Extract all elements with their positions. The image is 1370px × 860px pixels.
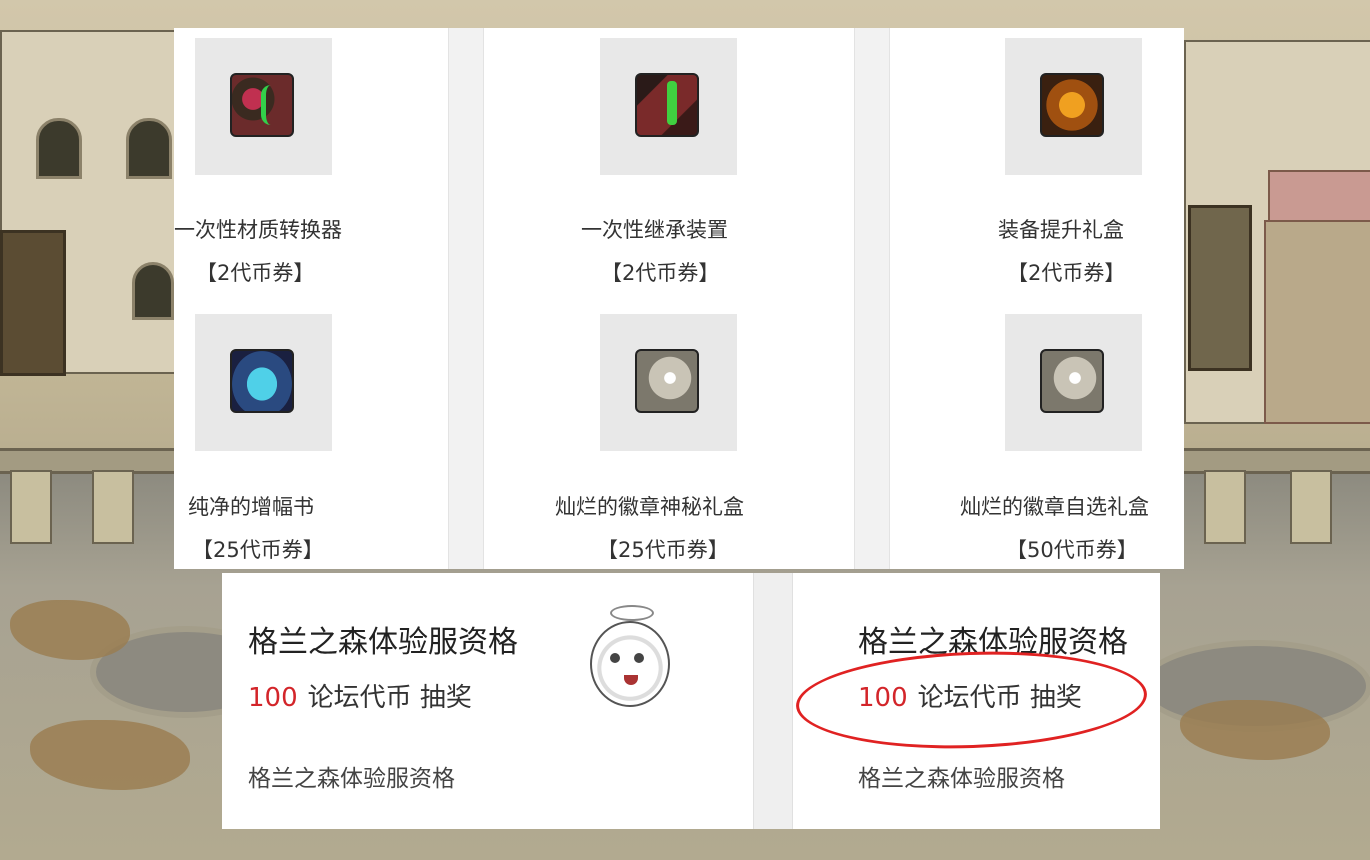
item-thumbnail[interactable] [1005,314,1142,451]
building-window [126,118,172,179]
item-name: 装备提升礼盒 [998,218,1124,242]
emblem-select-box-icon [1040,349,1104,413]
building-window [132,262,174,320]
building-door [1188,205,1252,371]
item-name: 灿烂的徽章神秘礼盒 [555,495,744,519]
building-window [36,118,82,179]
item-price: 【25代币券】 [597,538,729,562]
item-thumbnail[interactable] [600,38,737,175]
avatar-halo [610,605,654,621]
notice-board [1264,220,1370,424]
material-converter-icon [230,73,294,137]
fence-pillar [1290,470,1332,544]
inheritance-device-icon [635,73,699,137]
column-divider [854,28,890,569]
building-door [0,230,66,376]
card-footer: 格兰之森体验服资格 [858,766,1065,792]
emblem-mystery-box-icon [635,349,699,413]
item-name: 灿烂的徽章自选礼盒 [960,495,1149,519]
item-name: 一次性材质转换器 [174,218,342,242]
fence-pillar [1204,470,1246,544]
item-thumbnail[interactable] [1005,38,1142,175]
item-thumbnail[interactable] [600,314,737,451]
item-thumbnail[interactable] [195,314,332,451]
cost-text: 论坛代币 抽奖 [307,683,472,713]
column-divider [448,28,484,569]
fence-pillar [92,470,134,544]
card-divider [753,573,793,829]
item-price: 【2代币券】 [601,261,720,285]
item-price: 【50代币券】 [1006,538,1138,562]
fence-pillar [10,470,52,544]
item-name: 一次性继承装置 [581,218,728,242]
anime-avatar [590,621,670,707]
card-cost: 100 论坛代币 抽奖 [248,677,472,714]
item-name: 纯净的增幅书 [188,495,314,519]
equipment-upgrade-box-icon [1040,73,1104,137]
item-price: 【2代币券】 [196,261,315,285]
amplify-book-icon [230,349,294,413]
card-footer: 格兰之森体验服资格 [248,766,455,792]
item-price: 【2代币券】 [1007,261,1126,285]
cost-value: 100 [248,683,298,713]
item-thumbnail[interactable] [195,38,332,175]
shop-sign [1268,170,1370,222]
item-price: 【25代币券】 [192,538,324,562]
reward-items-panel: 一次性材质转换器 【2代币券】 纯净的增幅书 【25代币券】 一次性继承装置 【… [174,28,1184,569]
card-title[interactable]: 格兰之森体验服资格 [248,617,518,661]
